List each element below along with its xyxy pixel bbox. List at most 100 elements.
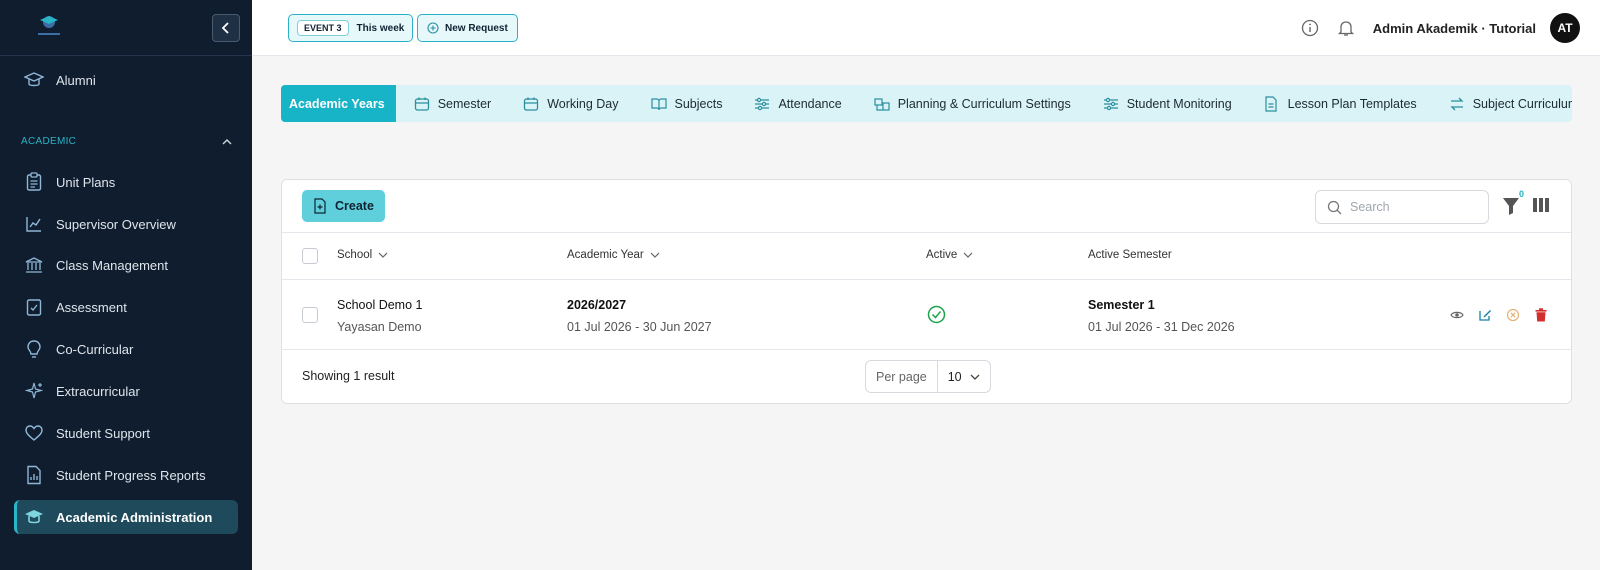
plus-circle-icon <box>427 22 439 34</box>
check-circle-icon <box>927 305 946 324</box>
tab-academic-years[interactable]: Academic Years <box>281 85 396 122</box>
chevron-down-icon <box>970 374 980 380</box>
academic-year: 2026/2027 <box>567 298 627 312</box>
sidebar-item-supervisor-overview[interactable]: Supervisor Overview <box>14 207 238 241</box>
delete-icon[interactable] <box>1533 307 1549 323</box>
sparkles-icon <box>24 381 44 401</box>
table-row: School Demo 1 Yayasan Demo 2026/2027 01 … <box>282 280 1571 350</box>
active-semester-range: 01 Jul 2026 - 31 Dec 2026 <box>1088 320 1235 334</box>
tab-label: Subjects <box>674 96 723 111</box>
column-header-label: Academic Year <box>567 249 644 261</box>
sidebar-item-assessment[interactable]: Assessment <box>14 290 238 324</box>
tab-label: Student Monitoring <box>1126 96 1232 111</box>
search-icon <box>1327 200 1342 214</box>
filter-icon[interactable] <box>1502 196 1520 216</box>
per-page-select[interactable]: Per page 10 <box>865 360 991 393</box>
layout-icon <box>874 96 890 112</box>
sidebar-item-label: Class Management <box>56 257 168 273</box>
table-header: School Academic Year Active Active Semes… <box>282 233 1571 280</box>
column-header-academic-year[interactable]: Academic Year <box>567 249 660 261</box>
school-name: School Demo 1 <box>337 298 423 312</box>
academic-years-card: Create 0 School Academic Year Active Act… <box>281 179 1572 404</box>
event-tag: EVENT 3 <box>297 20 349 36</box>
tab-label: Lesson Plan Templates <box>1287 96 1417 111</box>
sliders-icon <box>1103 96 1119 112</box>
sidebar-collapse-button[interactable] <box>212 14 240 42</box>
tab-attendance[interactable]: Attendance <box>736 85 855 122</box>
lightbulb-icon <box>24 339 44 359</box>
event-button[interactable]: EVENT 3 This week <box>288 14 414 42</box>
per-page-label: Per page <box>866 361 938 392</box>
sidebar-item-student-support[interactable]: Student Support <box>14 416 238 450</box>
topbar: EVENT 3 This week New Request Admin Akad… <box>252 0 1600 56</box>
columns-icon[interactable] <box>1533 198 1549 212</box>
search-box[interactable] <box>1315 190 1489 224</box>
academic-year-range: 01 Jul 2026 - 30 Jun 2027 <box>567 320 712 334</box>
sidebar-item-alumni[interactable]: Alumni <box>14 63 238 97</box>
sidebar-item-label: Supervisor Overview <box>56 216 176 232</box>
file-plus-icon <box>313 198 327 214</box>
sidebar-item-label: Academic Administration <box>56 509 213 525</box>
tab-planning-curriculum-settings[interactable]: Planning & Curriculum Settings <box>856 85 1085 122</box>
new-request-button[interactable]: New Request <box>417 14 518 42</box>
building-columns-icon <box>24 255 44 275</box>
column-header-label: School <box>337 249 373 261</box>
sidebar-section-label: ACADEMIC <box>21 136 77 147</box>
column-header-active[interactable]: Active <box>926 249 973 261</box>
sidebar-item-label: Co-Curricular <box>56 341 134 357</box>
clipboard-icon <box>24 172 44 192</box>
sidebar-item-unit-plans[interactable]: Unit Plans <box>14 165 238 199</box>
info-icon[interactable] <box>1299 17 1321 39</box>
calendar-icon <box>414 96 430 112</box>
graduation-cap-icon <box>24 70 44 90</box>
sliders-icon <box>754 96 770 112</box>
deactivate-icon[interactable] <box>1505 307 1521 323</box>
sidebar-item-student-progress-reports[interactable]: Student Progress Reports <box>14 458 238 492</box>
tab-subjects[interactable]: Subjects <box>633 85 737 122</box>
sidebar-item-label: Student Support <box>56 425 150 441</box>
tab-lesson-plan-templates[interactable]: Lesson Plan Templates <box>1246 85 1431 122</box>
bell-icon[interactable] <box>1335 17 1357 39</box>
avatar[interactable]: AT <box>1550 13 1580 43</box>
chevron-down-icon <box>963 252 973 258</box>
column-header-school[interactable]: School <box>337 249 388 261</box>
active-semester: Semester 1 <box>1088 298 1155 312</box>
sidebar-section-academic[interactable]: ACADEMIC <box>21 136 233 147</box>
sidebar-item-label: Extracurricular <box>56 383 140 399</box>
settings-tabs: Academic Years Semester Working Day Subj… <box>281 85 1572 122</box>
file-chart-icon <box>24 465 44 485</box>
sidebar-header <box>0 0 252 56</box>
tab-student-monitoring[interactable]: Student Monitoring <box>1085 85 1246 122</box>
view-icon[interactable] <box>1449 307 1465 323</box>
table-footer: Showing 1 result Per page 10 <box>282 350 1571 402</box>
chevron-down-icon <box>378 252 388 258</box>
per-page-value[interactable]: 10 <box>938 370 990 384</box>
chart-line-icon <box>24 214 44 234</box>
row-checkbox[interactable] <box>302 307 318 323</box>
tab-semester[interactable]: Semester <box>396 85 506 122</box>
tab-working-day[interactable]: Working Day <box>505 85 632 122</box>
sidebar-item-academic-administration[interactable]: Academic Administration <box>14 500 238 534</box>
edit-icon[interactable] <box>1477 307 1493 323</box>
sidebar-item-co-curricular[interactable]: Co-Curricular <box>14 332 238 366</box>
school-logo[interactable] <box>32 12 66 40</box>
user-name[interactable]: Admin Akademik · Tutorial <box>1373 21 1536 36</box>
topbar-right: Admin Akademik · Tutorial AT <box>1299 13 1580 43</box>
sidebar-item-label: Alumni <box>56 72 96 88</box>
tab-label: Semester <box>437 96 492 111</box>
new-request-label: New Request <box>445 22 508 34</box>
search-input[interactable] <box>1350 200 1470 214</box>
sidebar-item-label: Assessment <box>56 299 127 315</box>
tab-label: Subject Curriculum Mappi <box>1472 96 1572 111</box>
select-all-checkbox[interactable] <box>302 248 318 264</box>
sidebar-item-extracurricular[interactable]: Extracurricular <box>14 374 238 408</box>
heart-icon <box>24 423 44 443</box>
tab-label: Planning & Curriculum Settings <box>897 96 1071 111</box>
column-header-label: Active <box>926 249 958 261</box>
per-page-value-text: 10 <box>947 369 962 384</box>
tab-subject-curriculum-mapping[interactable]: Subject Curriculum Mappi <box>1431 85 1572 122</box>
sidebar-item-class-management[interactable]: Class Management <box>14 248 238 282</box>
create-button[interactable]: Create <box>302 190 385 222</box>
tab-label: Academic Years <box>289 96 385 111</box>
sidebar-item-label: Unit Plans <box>56 174 116 190</box>
